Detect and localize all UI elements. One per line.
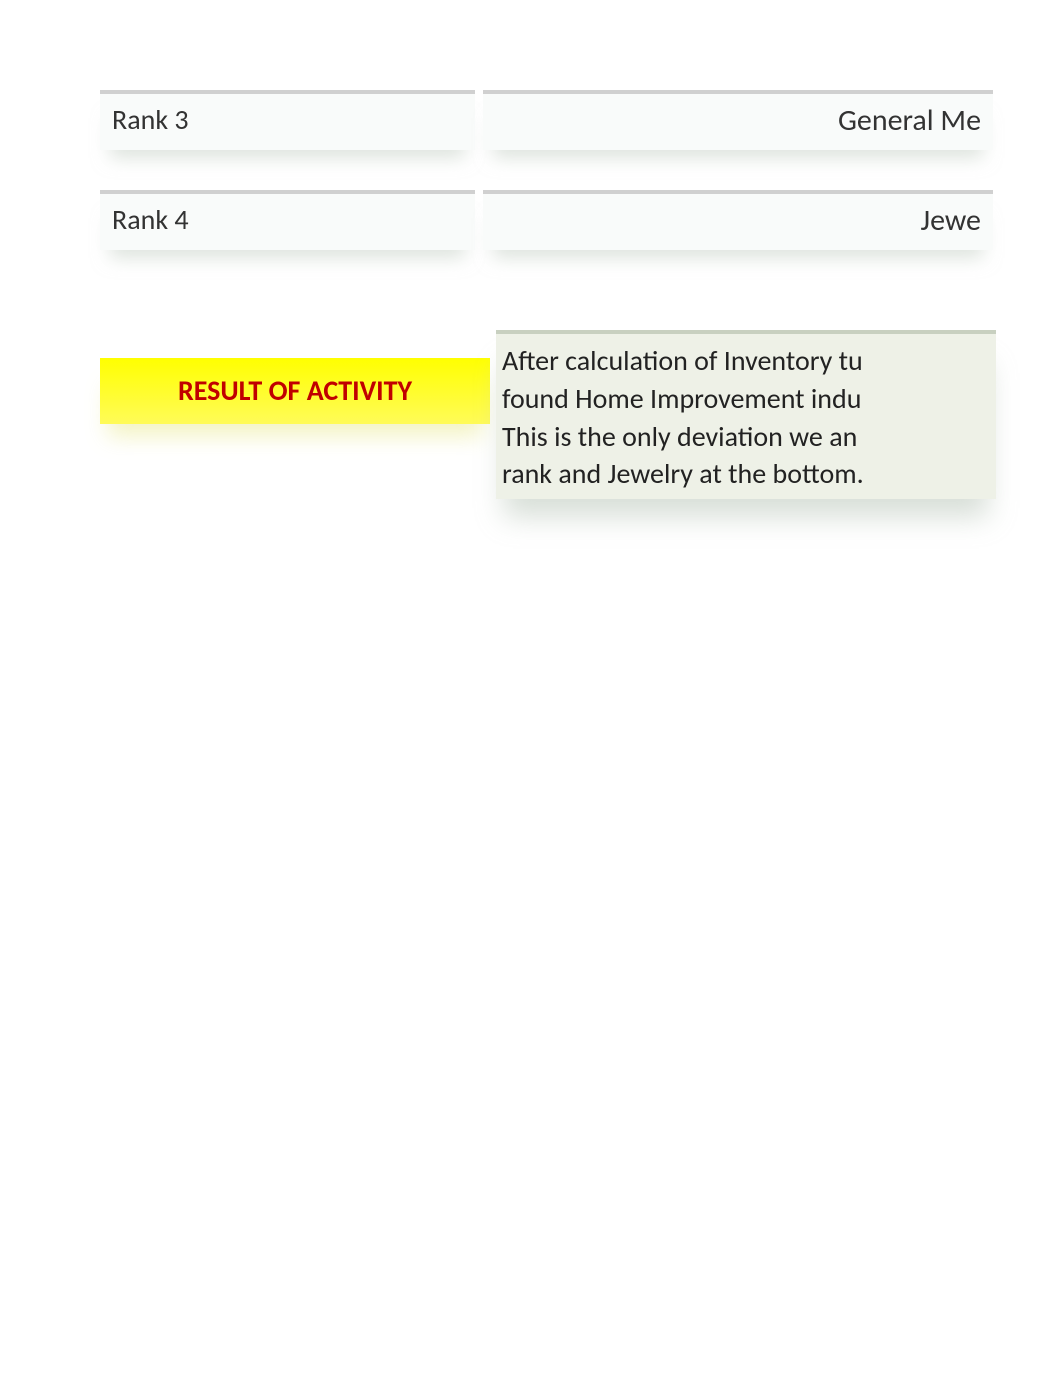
rank-label-cell: Rank 4 [100, 190, 475, 250]
rank-label-cell: Rank 3 [100, 90, 475, 150]
rank-value: Jewe [921, 202, 981, 239]
rank-label: Rank 3 [112, 102, 189, 137]
document-content: Rank 3 General Me Rank 4 Jewe RESULT OF … [100, 90, 1000, 499]
result-line-4: rank and Jewelry at the bottom. [502, 455, 996, 493]
result-text: After calculation of Inventory tu found … [496, 330, 996, 499]
rank-row-4: Rank 4 Jewe [100, 190, 1000, 250]
result-section: RESULT OF ACTIVITY After calculation of … [100, 330, 1000, 499]
result-heading: RESULT OF ACTIVITY [100, 358, 490, 424]
rank-row-3: Rank 3 General Me [100, 90, 1000, 150]
rank-value: General Me [838, 102, 981, 139]
rank-value-cell: General Me [483, 90, 993, 150]
result-line-1: After calculation of Inventory tu [502, 342, 996, 380]
result-line-3: This is the only deviation we an [502, 418, 996, 456]
result-line-2: found Home Improvement indu [502, 380, 996, 418]
rank-label: Rank 4 [112, 202, 189, 237]
rank-value-cell: Jewe [483, 190, 993, 250]
